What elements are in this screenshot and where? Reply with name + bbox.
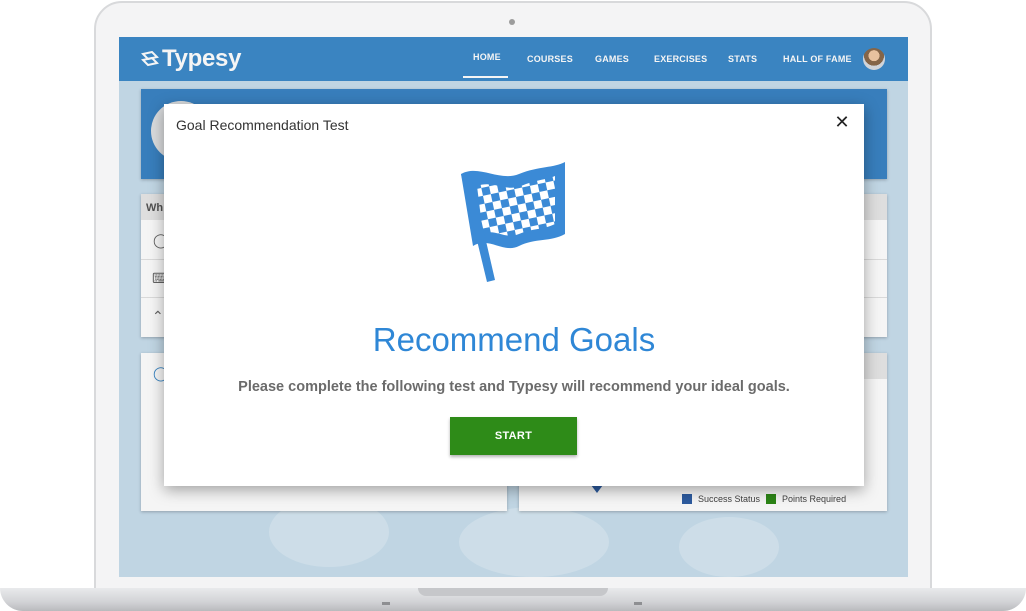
start-button[interactable]: START [450, 417, 577, 455]
checkered-flag-icon [461, 162, 565, 282]
webcam-dot [509, 19, 515, 25]
laptop-foot [634, 602, 642, 605]
laptop-foot [382, 602, 390, 605]
app-screen: Typesy HOME COURSES GAMES EXERCISES STAT… [119, 37, 908, 577]
goal-recommendation-modal: Goal Recommendation Test ✕ Recommend Goa… [164, 104, 864, 486]
laptop-hinge-notch [418, 588, 608, 596]
modal-description: Please complete the following test and T… [238, 379, 790, 395]
modal-title: Goal Recommendation Test [176, 117, 349, 133]
close-icon[interactable]: ✕ [833, 113, 851, 131]
modal-heading: Recommend Goals [372, 321, 656, 358]
